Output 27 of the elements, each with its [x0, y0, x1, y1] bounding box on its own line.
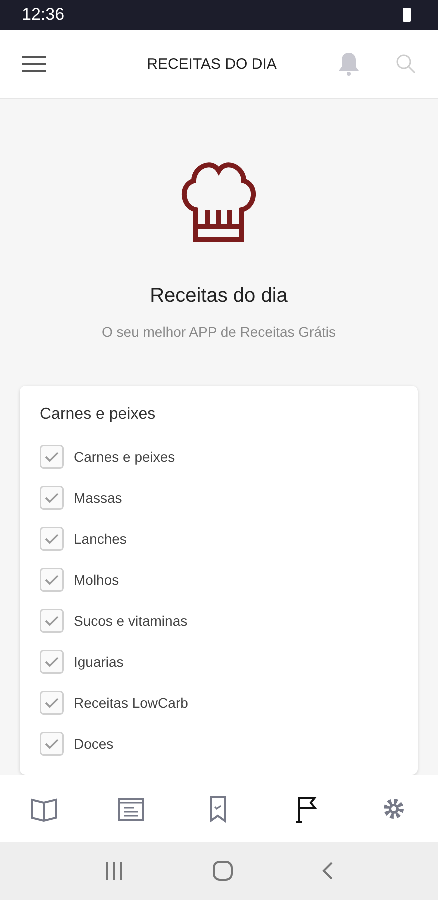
category-label: Lanches	[74, 530, 127, 546]
checkbox[interactable]	[40, 690, 64, 714]
category-label: Iguarias	[74, 654, 124, 670]
status-time: 12:36	[22, 5, 65, 25]
search-button[interactable]	[396, 54, 416, 74]
checkbox[interactable]	[40, 732, 64, 756]
checkbox[interactable]	[40, 526, 64, 550]
checkbox[interactable]	[40, 568, 64, 592]
app-title: RECEITAS DO DIA	[146, 56, 278, 72]
category-label: Massas	[74, 490, 122, 506]
menu-button[interactable]	[22, 55, 46, 73]
checkbox[interactable]	[40, 650, 64, 674]
checkbox[interactable]	[40, 486, 64, 510]
category-label: Doces	[74, 736, 114, 752]
hero-subtitle: O seu melhor APP de Receitas Grátis	[102, 324, 336, 340]
category-label: Carnes e peixes	[74, 448, 176, 464]
back-icon[interactable]	[322, 861, 334, 881]
card-title: Carnes e peixes	[40, 406, 157, 424]
category-label: Molhos	[74, 572, 120, 588]
category-label: Receitas LowCarb	[74, 694, 188, 710]
category-label: Sucos e vitaminas	[74, 612, 188, 628]
checkbox[interactable]	[40, 608, 64, 632]
notification-button[interactable]	[338, 52, 360, 76]
recent-apps-icon[interactable]	[104, 862, 124, 880]
home-icon[interactable]	[212, 861, 233, 881]
checkbox[interactable]	[40, 444, 64, 468]
hero-title: Receitas do dia	[150, 285, 288, 308]
